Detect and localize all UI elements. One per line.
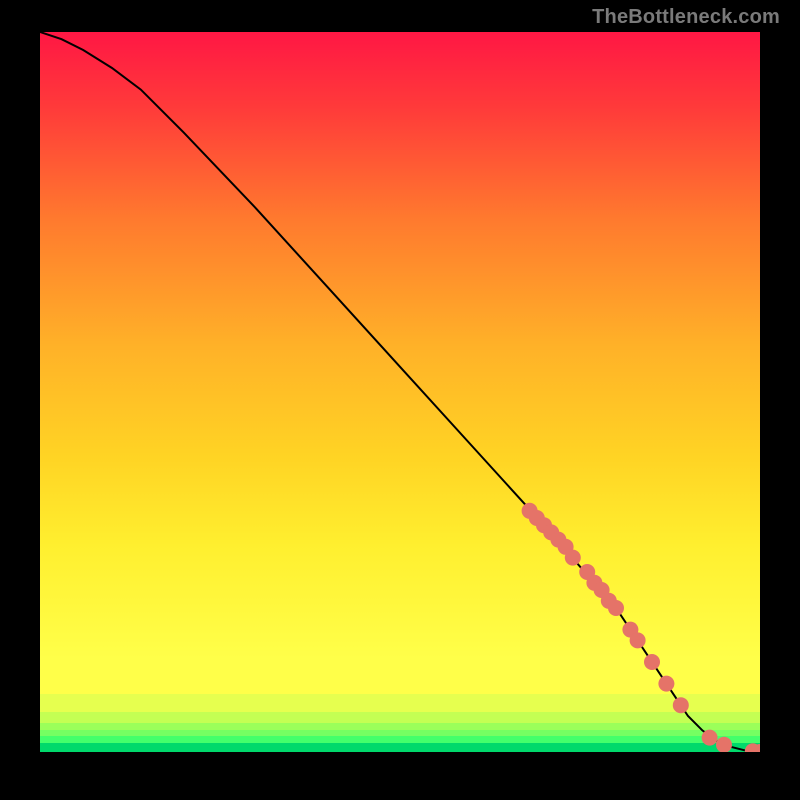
- attribution-text: TheBottleneck.com: [592, 6, 780, 29]
- data-point: [702, 730, 718, 746]
- curve-line: [40, 32, 760, 752]
- chart-overlay: [40, 32, 760, 752]
- data-point: [644, 654, 660, 670]
- data-point: [658, 676, 674, 692]
- bottleneck-chart: [40, 32, 760, 752]
- data-point: [716, 737, 732, 752]
- data-dots: [522, 503, 760, 752]
- data-point: [565, 550, 581, 566]
- data-point: [673, 697, 689, 713]
- data-point: [608, 600, 624, 616]
- data-point: [630, 632, 646, 648]
